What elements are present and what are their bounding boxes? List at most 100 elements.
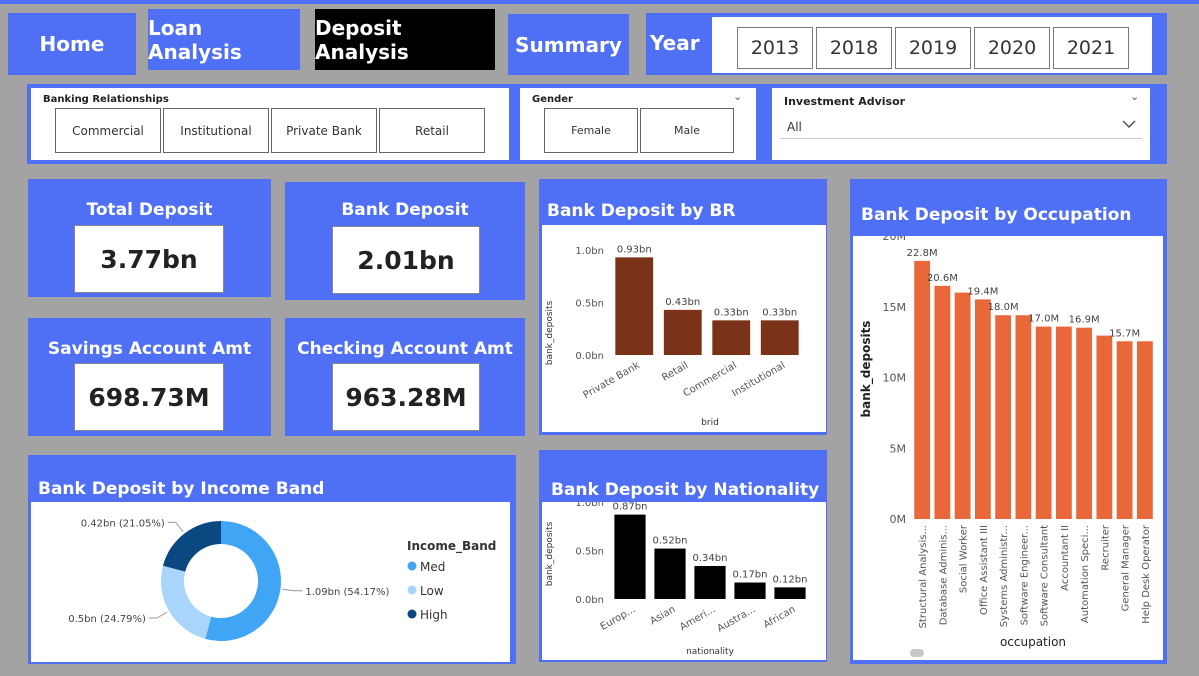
year-button-2018[interactable]: 2018: [816, 27, 892, 69]
loan-analysis-button[interactable]: Loan Analysis: [148, 9, 300, 70]
legend-item[interactable]: Low: [420, 584, 444, 598]
legend-marker: [407, 561, 417, 571]
chevron-down-icon[interactable]: ⌄: [1130, 90, 1139, 103]
savings-account-title: Savings Account Amt: [47, 339, 252, 359]
deposit-analysis-button[interactable]: Deposit Analysis: [315, 9, 495, 70]
bar[interactable]: [614, 514, 646, 599]
nat-xlabel: nationality: [686, 647, 735, 657]
nat-ylabel: bank_deposits: [545, 521, 555, 586]
chevron-down-icon[interactable]: ⌄: [733, 90, 742, 103]
data-label: 0.34bn: [693, 553, 728, 564]
bar[interactable]: [615, 257, 654, 355]
horizontal-scrollbar-thumb[interactable]: [910, 649, 924, 657]
x-tick-label: Automation Speci...: [1080, 525, 1091, 623]
br-institutional-button[interactable]: Institutional: [163, 108, 269, 153]
x-tick-label: African: [762, 604, 798, 631]
data-label: 0.33bn: [714, 307, 749, 318]
legend-item[interactable]: High: [420, 608, 448, 622]
bar[interactable]: [914, 260, 931, 519]
data-label: 0.43bn: [665, 297, 700, 308]
bar[interactable]: [760, 320, 799, 355]
year-button-2021[interactable]: 2021: [1053, 27, 1129, 69]
year-button-2019[interactable]: 2019: [895, 27, 971, 69]
br-chart-panel: Bank Deposit by BR bank_deposits brid 0.…: [539, 179, 827, 435]
income-band-chart-panel: Bank Deposit by Income Band Income_Band …: [28, 455, 516, 664]
bar[interactable]: [934, 285, 951, 519]
income-chart-title: Bank Deposit by Income Band: [38, 479, 325, 499]
year-button-2020[interactable]: 2020: [974, 27, 1050, 69]
x-tick-label: Retail: [660, 360, 690, 384]
br-retail-button[interactable]: Retail: [379, 108, 485, 153]
br-xlabel: brid: [701, 418, 719, 428]
br-chart-area: bank_deposits brid 0.0bn 0.5bn 1.0bn 0.93bn…: [542, 225, 826, 432]
legend-item[interactable]: Med: [420, 560, 445, 574]
gender-slicer: Gender ⌄ Female Male: [520, 88, 756, 160]
y-tick-label: 0.5bn: [575, 547, 604, 558]
x-tick-label: Office Assistant III: [979, 525, 990, 615]
bar[interactable]: [995, 315, 1012, 519]
gender-female-button[interactable]: Female: [544, 108, 638, 153]
x-tick-label: Software Consultant: [1040, 525, 1051, 626]
legend-marker: [407, 609, 417, 619]
nationality-chart-area: bank_deposits nationality 0.0bn 0.5bn 1.0b…: [542, 498, 826, 660]
top-strip: [0, 0, 1199, 4]
bar[interactable]: [663, 309, 702, 355]
summary-button[interactable]: Summary: [508, 14, 629, 75]
slice-label: 1.09bn (54.17%): [305, 587, 389, 598]
gender-male-button[interactable]: Male: [640, 108, 734, 153]
advisor-selected-value: All: [787, 120, 802, 134]
y-tick-label: 1.0bn: [575, 246, 604, 257]
leader-line: [148, 611, 168, 619]
br-bar-chart: bank_deposits brid 0.0bn 0.5bn 1.0bn 0.93bn…: [545, 244, 799, 428]
bar[interactable]: [734, 582, 766, 599]
total-deposit-value: 3.77bn: [74, 225, 224, 293]
bar[interactable]: [1015, 315, 1032, 519]
bar[interactable]: [1136, 341, 1153, 519]
investment-advisor-slicer: Investment Advisor ⌄ All: [772, 88, 1150, 160]
bank-deposit-title: Bank Deposit: [341, 200, 469, 220]
checking-account-title: Checking Account Amt: [297, 339, 513, 359]
bar[interactable]: [1076, 327, 1093, 519]
bar[interactable]: [1116, 341, 1133, 519]
x-tick-label: Accountant II: [1060, 525, 1071, 591]
savings-account-card: Savings Account Amt 698.73M: [28, 318, 271, 436]
bar[interactable]: [774, 587, 806, 599]
x-tick-label: Institutional: [730, 360, 787, 399]
x-tick-label: Europ...: [599, 604, 638, 633]
year-label: Year: [650, 31, 700, 55]
bar[interactable]: [974, 299, 991, 519]
bar[interactable]: [654, 548, 686, 599]
savings-account-value: 698.73M: [74, 363, 224, 431]
br-commercial-button[interactable]: Commercial: [55, 108, 161, 153]
br-private-bank-button[interactable]: Private Bank: [271, 108, 377, 153]
total-deposit-card: Total Deposit 3.77bn: [28, 179, 271, 297]
x-tick-label: Systems Administr...: [999, 525, 1010, 627]
data-label: 0.52bn: [653, 536, 688, 547]
br-ylabel: bank_deposits: [545, 300, 555, 365]
data-label: 17.0M: [1028, 314, 1059, 325]
bar[interactable]: [954, 292, 971, 519]
y-tick-label: 20M: [883, 236, 907, 243]
donut-slice[interactable]: [162, 521, 221, 572]
year-button-2013[interactable]: 2013: [737, 27, 813, 69]
bar[interactable]: [1055, 326, 1072, 519]
data-label: 19.4M: [967, 286, 998, 297]
donut-slice[interactable]: [160, 565, 212, 639]
y-tick-label: 10M: [883, 372, 907, 385]
x-tick-label: Social Worker: [959, 524, 970, 593]
bar[interactable]: [1096, 335, 1113, 519]
data-label: 0.93bn: [617, 244, 652, 255]
bar[interactable]: [712, 320, 751, 355]
bar[interactable]: [694, 566, 726, 599]
x-tick-label: General Manager: [1121, 524, 1132, 611]
advisor-dropdown[interactable]: All: [780, 113, 1142, 139]
total-deposit-title: Total Deposit: [86, 200, 213, 220]
br-chart-title: Bank Deposit by BR: [547, 201, 736, 221]
y-tick-label: 5M: [890, 442, 907, 455]
home-button[interactable]: Home: [8, 13, 136, 75]
y-tick-label: 0.5bn: [575, 299, 604, 310]
bar[interactable]: [1035, 326, 1052, 519]
x-tick-label: Structural Analysis...: [918, 525, 929, 628]
x-tick-label: Ameri...: [678, 604, 717, 633]
nationality-chart-title: Bank Deposit by Nationality: [551, 480, 820, 500]
